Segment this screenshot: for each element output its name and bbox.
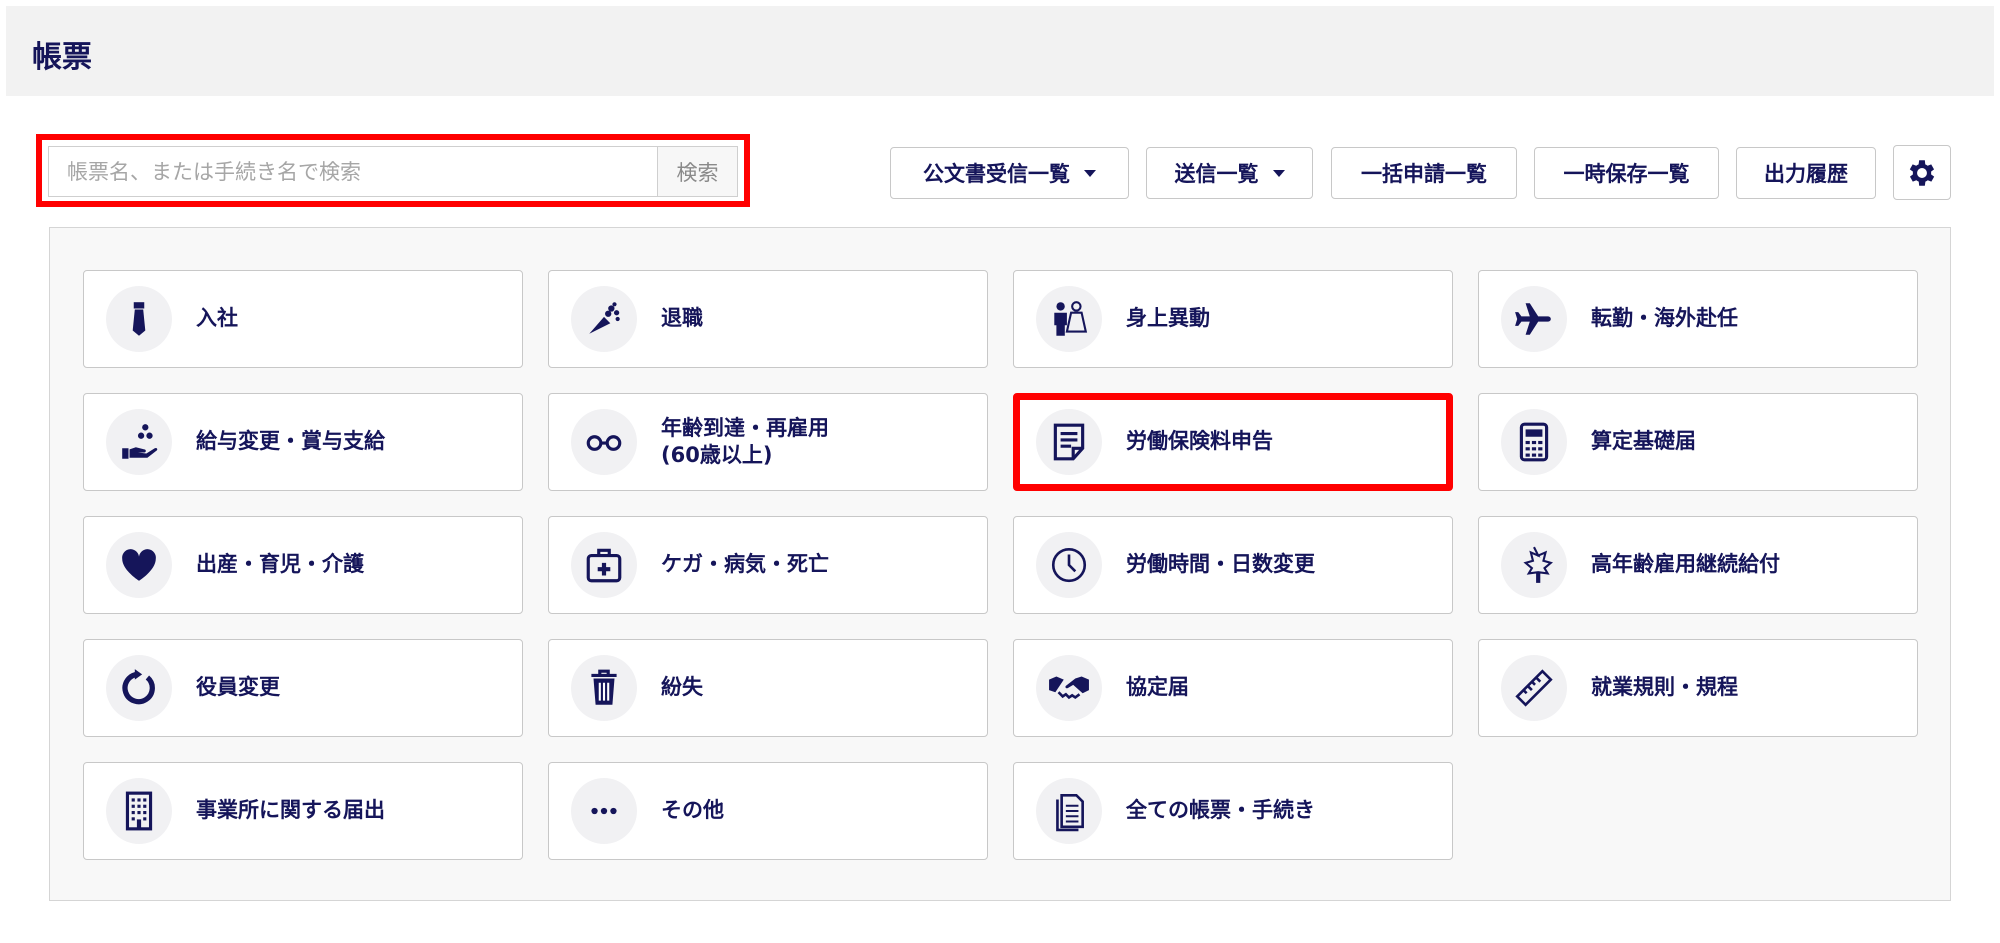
category-label: 算定基礎届 [1591, 429, 1696, 454]
search-box: 検索 [48, 146, 738, 197]
category-card-personal-change[interactable]: 身上異動 [1013, 270, 1453, 368]
category-label: 身上異動 [1126, 306, 1210, 331]
category-card-office-notification[interactable]: 事業所に関する届出 [83, 762, 523, 860]
category-card-officer-change[interactable]: 役員変更 [83, 639, 523, 737]
bulk-apply-list-button[interactable]: 一括申請一覧 [1331, 147, 1517, 199]
settings-button[interactable] [1893, 145, 1951, 200]
category-label: 労働保険料申告 [1126, 429, 1273, 454]
building-icon [125, 791, 153, 831]
public-docs-dropdown-button[interactable]: 公文書受信一覧 [890, 147, 1129, 199]
documents-icon [1056, 793, 1084, 832]
category-label: その他 [661, 798, 724, 823]
category-label: 転勤・海外赴任 [1591, 306, 1738, 331]
category-card-labor-insurance[interactable]: 労働保険料申告 [1013, 393, 1453, 491]
category-label: 年齢到達・再雇用 [661, 415, 829, 440]
category-label: 全ての帳票・手続き [1126, 798, 1315, 823]
category-label: 給与変更・賞与支給 [196, 429, 385, 454]
category-card-hiring[interactable]: 入社 [83, 270, 523, 368]
sent-list-dropdown-button[interactable]: 送信一覧 [1146, 147, 1313, 199]
hand-coins-icon [122, 424, 158, 459]
category-label: 事業所に関する届出 [196, 798, 385, 823]
category-label: 入社 [196, 306, 238, 331]
category-card-other[interactable]: その他 [548, 762, 988, 860]
bouquet-icon [589, 302, 620, 334]
ruler-icon [1515, 669, 1553, 707]
category-label: 労働時間・日数変更 [1126, 552, 1315, 577]
heart-icon [122, 549, 156, 581]
search-input[interactable] [49, 147, 657, 196]
refresh-icon [122, 669, 155, 705]
maple-leaf-icon [1523, 546, 1553, 583]
category-label: 退職 [661, 306, 703, 331]
output-history-button[interactable]: 出力履歴 [1736, 147, 1876, 199]
gear-icon [1909, 159, 1935, 186]
airplane-icon [1515, 303, 1551, 335]
category-label: ケガ・病気・死亡 [661, 552, 829, 577]
category-card-calculation-basis[interactable]: 算定基礎届 [1478, 393, 1918, 491]
category-label: 就業規則・規程 [1591, 675, 1738, 700]
glasses-icon [586, 435, 622, 451]
category-sublabel: (60歳以上) [661, 443, 773, 467]
category-card-lost[interactable]: 紛失 [548, 639, 988, 737]
chevron-down-icon [1272, 169, 1285, 177]
temp-saved-list-button[interactable]: 一時保存一覧 [1534, 147, 1719, 199]
page-title: 帳票 [32, 40, 92, 75]
category-card-retirement[interactable]: 退職 [548, 270, 988, 368]
trash-icon [591, 669, 617, 705]
category-card-injury-illness[interactable]: ケガ・病気・死亡 [548, 516, 988, 614]
category-label: 高年齢雇用継続給付 [1591, 552, 1780, 577]
category-card-work-rules[interactable]: 就業規則・規程 [1478, 639, 1918, 737]
page-header: 帳票 [6, 6, 1994, 96]
category-card-age-reemployment[interactable]: 年齢到達・再雇用 (60歳以上) [548, 393, 988, 491]
category-label: 出産・育児・介護 [196, 552, 364, 577]
category-card-salary-change[interactable]: 給与変更・賞与支給 [83, 393, 523, 491]
necktie-icon [132, 302, 146, 336]
category-label: 紛失 [661, 675, 703, 700]
category-card-working-hours[interactable]: 労働時間・日数変更 [1013, 516, 1453, 614]
category-card-childcare[interactable]: 出産・育児・介護 [83, 516, 523, 614]
category-card-elderly-employment[interactable]: 高年齢雇用継続給付 [1478, 516, 1918, 614]
first-aid-kit-icon [586, 548, 622, 583]
chevron-down-icon [1084, 169, 1096, 177]
category-card-agreement[interactable]: 協定届 [1013, 639, 1453, 737]
more-dots-icon [591, 807, 617, 815]
category-card-all-forms[interactable]: 全ての帳票・手続き [1013, 762, 1453, 860]
search-button[interactable]: 検索 [657, 147, 737, 196]
handshake-icon [1049, 676, 1089, 700]
calculator-icon [1519, 422, 1549, 462]
clock-icon [1051, 547, 1087, 583]
category-label: 協定届 [1126, 675, 1189, 700]
form-category-panel: 入社 退職 身上異動 転勤・海外赴任 給与変更・賞与支給 年齢到達・再雇用 (60… [49, 227, 1951, 901]
sent-list-label: 送信一覧 [1174, 162, 1259, 186]
wedding-couple-icon [1054, 301, 1088, 336]
category-label: 役員変更 [196, 675, 280, 700]
document-icon [1053, 423, 1085, 461]
public-docs-label: 公文書受信一覧 [923, 162, 1070, 186]
category-card-transfer[interactable]: 転勤・海外赴任 [1478, 270, 1918, 368]
